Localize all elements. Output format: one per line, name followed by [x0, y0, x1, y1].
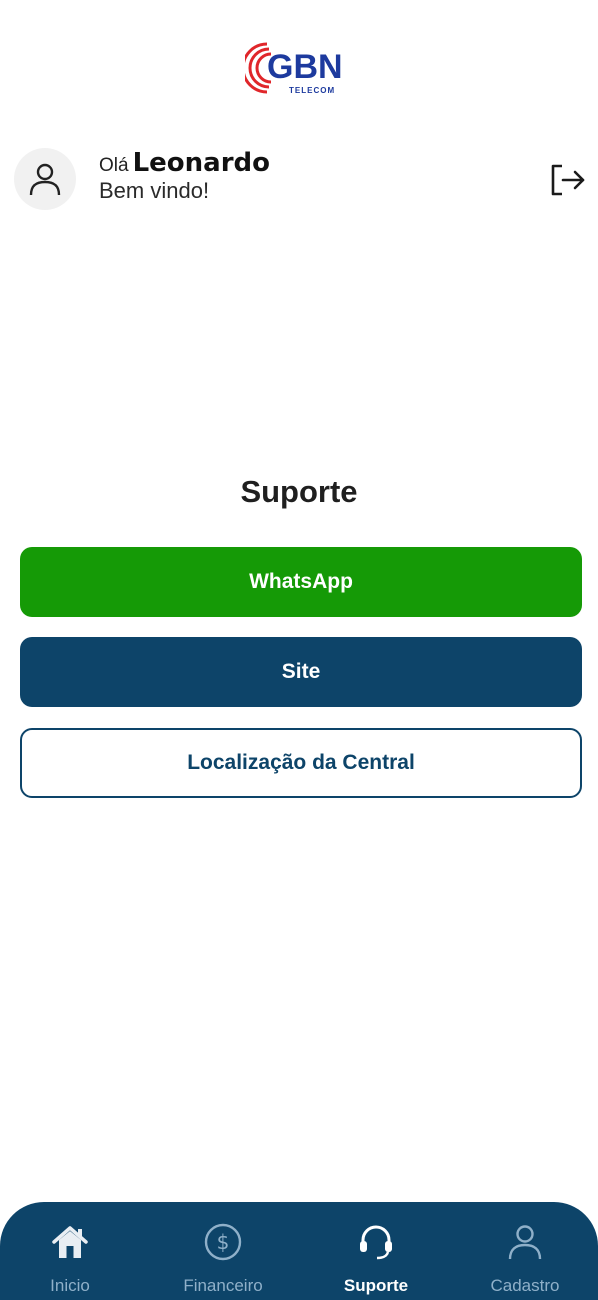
nav-item-suporte[interactable]: Suporte [301, 1202, 451, 1300]
logo-subtext: TELECOM [289, 86, 335, 95]
logo-text: GBN [267, 48, 343, 86]
nav-label: Financeiro [183, 1276, 263, 1295]
brand-logo: GBN TELECOM [241, 38, 349, 100]
logout-icon [551, 164, 585, 196]
svg-text:$: $ [217, 1230, 230, 1254]
greeting: Olá Leonardo [99, 148, 270, 178]
user-header: Olá Leonardo Bem vindo! [14, 148, 588, 212]
nav-item-inicio[interactable]: Inicio [0, 1202, 145, 1300]
avatar [14, 148, 76, 210]
home-icon [50, 1222, 90, 1262]
welcome-text: Bem vindo! [99, 178, 210, 203]
headset-icon [356, 1222, 396, 1262]
location-button[interactable]: Localização da Central [20, 728, 582, 798]
nav-item-cadastro[interactable]: Cadastro [450, 1202, 598, 1300]
user-name: Leonardo [132, 148, 270, 178]
nav-label: Cadastro [490, 1276, 560, 1295]
site-button[interactable]: Site [20, 637, 582, 707]
whatsapp-button[interactable]: WhatsApp [20, 547, 582, 617]
logout-button[interactable] [548, 160, 588, 200]
bottom-nav: Inicio $ Financeiro Suporte Cadastro [0, 1202, 598, 1300]
nav-label: Suporte [343, 1276, 409, 1295]
nav-label: Inicio [50, 1276, 90, 1295]
dollar-icon: $ [203, 1222, 243, 1262]
page-title: Suporte [240, 474, 358, 509]
user-icon [505, 1222, 545, 1262]
user-icon [29, 163, 61, 196]
nav-item-financeiro[interactable]: $ Financeiro [148, 1202, 298, 1300]
greeting-prefix: Olá [99, 155, 129, 176]
